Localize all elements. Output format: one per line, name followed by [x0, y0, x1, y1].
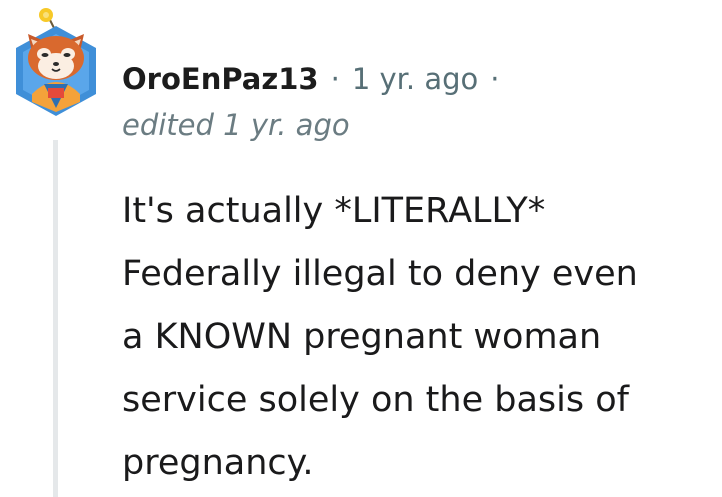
- comment-author[interactable]: OroEnPaz13: [122, 62, 319, 96]
- comment-timestamp[interactable]: 1 yr. ago: [352, 62, 478, 96]
- comment-body-line: a KNOWN pregnant woman: [122, 317, 602, 357]
- meta-separator: ·: [330, 62, 340, 96]
- comment-body-line: pregnancy.: [122, 443, 314, 483]
- user-avatar[interactable]: [8, 4, 104, 120]
- comment-body: It's actually *LITERALLY* Federally ille…: [122, 180, 712, 495]
- comment-body-line: It's actually *LITERALLY*: [122, 191, 546, 231]
- red-panda-avatar-icon: [16, 8, 96, 116]
- thread-line[interactable]: [53, 140, 58, 497]
- meta-separator-trailing: ·: [490, 62, 500, 96]
- comment-body-line: service solely on the basis of: [122, 380, 629, 420]
- comment-body-line: Federally illegal to deny even: [122, 254, 638, 294]
- comment-meta: OroEnPaz13 · 1 yr. ago ·: [122, 56, 512, 102]
- comment: OroEnPaz13 · 1 yr. ago · edited 1 yr. ag…: [0, 0, 722, 497]
- edited-label: edited 1 yr. ago: [122, 108, 350, 142]
